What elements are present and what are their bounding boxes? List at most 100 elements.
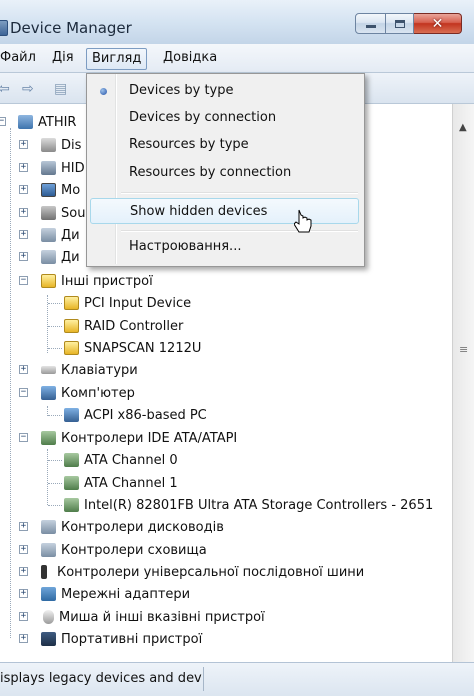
network-adapter-icon (41, 587, 56, 601)
expand-icon[interactable]: + (19, 252, 28, 261)
expand-icon[interactable]: + (19, 230, 28, 239)
tree-node-root[interactable]: − ATHIR (0, 111, 76, 133)
tree-node-label: Інші пристрої (61, 273, 153, 289)
menu-item-customize[interactable]: Настроювання... (90, 234, 359, 260)
close-button[interactable]: ✕ (414, 13, 462, 34)
unknown-device-icon (64, 341, 79, 355)
tree-node[interactable]: + Sou (0, 202, 85, 224)
window-controls: ✕ (355, 13, 466, 34)
expand-icon[interactable]: + (19, 365, 28, 374)
disk-drive-icon (41, 138, 56, 152)
tree-node[interactable]: + Портативні пристрої (0, 628, 202, 650)
tree-node-label: Контролери сховища (61, 542, 207, 558)
ide-controller-icon (41, 431, 56, 445)
status-bar: isplays legacy devices and dev (0, 662, 474, 696)
menu-item-devices-by-type[interactable]: Devices by type (90, 78, 359, 104)
title-bar[interactable]: Device Manager ✕ (0, 0, 474, 44)
tree-node[interactable]: + Мережні адаптери (0, 583, 190, 605)
expand-icon[interactable]: + (19, 522, 28, 531)
expand-icon[interactable]: + (19, 163, 28, 172)
menu-action[interactable]: Дія (52, 48, 74, 68)
expand-icon[interactable]: + (19, 185, 28, 194)
menu-item-show-hidden-devices[interactable]: Show hidden devices (90, 198, 359, 224)
mouse-icon (43, 610, 54, 624)
properties-icon[interactable]: ▤ (54, 81, 67, 97)
window-title: Device Manager (10, 19, 132, 37)
vertical-scrollbar[interactable] (452, 104, 474, 662)
minimize-button[interactable] (355, 13, 386, 34)
unknown-device-icon (64, 319, 79, 333)
back-arrow-icon[interactable]: ⇦ (0, 81, 10, 97)
collapse-icon[interactable]: − (19, 433, 28, 442)
tree-node-label: PCI Input Device (84, 295, 192, 311)
tree-node[interactable]: + Контролери універсальної послідовної ш… (0, 561, 364, 583)
expand-icon[interactable]: + (19, 634, 28, 643)
ide-controller-icon (64, 453, 79, 467)
tree-node[interactable]: + Dis (0, 134, 81, 156)
tree-node[interactable]: Intel(R) 82801FB Ultra ATA Storage Contr… (0, 494, 433, 516)
generic-device-icon (41, 250, 56, 264)
tree-node-label: Mo (61, 182, 81, 198)
expand-icon[interactable]: + (19, 208, 28, 217)
tree-node[interactable]: + HID (0, 157, 85, 179)
expand-icon[interactable]: + (19, 567, 28, 576)
expand-icon[interactable]: + (19, 589, 28, 598)
expand-icon[interactable]: + (19, 612, 28, 621)
expand-icon[interactable]: + (19, 545, 28, 554)
status-divider (203, 667, 204, 691)
scroll-up-arrow-icon[interactable]: ▲ (459, 122, 467, 133)
menu-item-resources-by-connection[interactable]: Resources by connection (90, 160, 359, 186)
tree-node[interactable]: + Контролери дисководів (0, 516, 224, 538)
tree-node-label: Dis (61, 137, 82, 153)
scrollbar-grip-icon[interactable]: ≡ (459, 343, 468, 356)
tree-node[interactable]: − Контролери IDE ATA/ATAPI (0, 427, 237, 449)
tree-node[interactable]: ATA Channel 0 (0, 449, 178, 471)
menu-item-resources-by-type[interactable]: Resources by type (90, 132, 359, 158)
expand-icon[interactable]: + (19, 140, 28, 149)
computer-icon (64, 408, 79, 422)
tree-node[interactable]: + Mo (0, 179, 80, 201)
tree-node[interactable]: − Комп'ютер (0, 382, 135, 404)
usb-icon (41, 565, 47, 579)
menu-item-label: Настроювання... (129, 239, 242, 254)
menu-help[interactable]: Довідка (163, 48, 217, 68)
floppy-controller-icon (41, 520, 56, 534)
close-icon: ✕ (431, 15, 444, 32)
tree-node[interactable]: − Інші пристрої (0, 270, 153, 292)
forward-arrow-icon[interactable]: ⇨ (22, 81, 34, 97)
tree-line (48, 415, 62, 416)
tree-node[interactable]: RAID Controller (0, 315, 183, 337)
collapse-icon[interactable]: − (19, 276, 28, 285)
collapse-icon[interactable]: − (0, 117, 6, 126)
tree-node-label: Мережні адаптери (61, 586, 191, 602)
menu-item-label: Resources by type (129, 137, 249, 152)
menu-bar: Файл Дія Вигляд Довідка (0, 44, 474, 73)
tree-node-label: ATHIR (38, 114, 77, 130)
device-manager-window: Device Manager ✕ Файл Дія Вигляд Довідка… (0, 0, 474, 696)
status-text: isplays legacy devices and dev (0, 671, 202, 686)
monitor-icon (41, 183, 56, 197)
collapse-icon[interactable]: − (19, 388, 28, 397)
minimize-icon (365, 25, 376, 28)
tree-node-label: Ди (61, 249, 80, 265)
tree-node[interactable]: + Ди (0, 246, 80, 268)
tree-node[interactable]: + Контролери сховища (0, 539, 207, 561)
ide-controller-icon (64, 476, 79, 490)
tree-line (48, 505, 62, 506)
mouse-cursor-icon (294, 209, 312, 233)
tree-node[interactable]: PCI Input Device (0, 292, 191, 314)
menu-file[interactable]: Файл (0, 48, 36, 68)
tree-node-label: Комп'ютер (61, 385, 135, 401)
tree-node-label: Контролери універсальної послідовної шин… (57, 564, 365, 580)
tree-node[interactable]: ACPI x86-based PC (0, 404, 207, 426)
tree-node[interactable]: + Ди (0, 224, 80, 246)
maximize-button[interactable] (386, 13, 414, 34)
menu-item-devices-by-connection[interactable]: Devices by connection (90, 105, 359, 131)
computer-icon (18, 115, 33, 129)
tree-node[interactable]: + Миша й інші вказівні пристрої (0, 606, 265, 628)
tree-node[interactable]: ATA Channel 1 (0, 472, 178, 494)
tree-node[interactable]: SNAPSCAN 1212U (0, 337, 201, 359)
tree-node-label: Sou (61, 205, 86, 221)
tree-node[interactable]: + Клавіатури (0, 359, 138, 381)
menu-view[interactable]: Вигляд (86, 48, 148, 70)
